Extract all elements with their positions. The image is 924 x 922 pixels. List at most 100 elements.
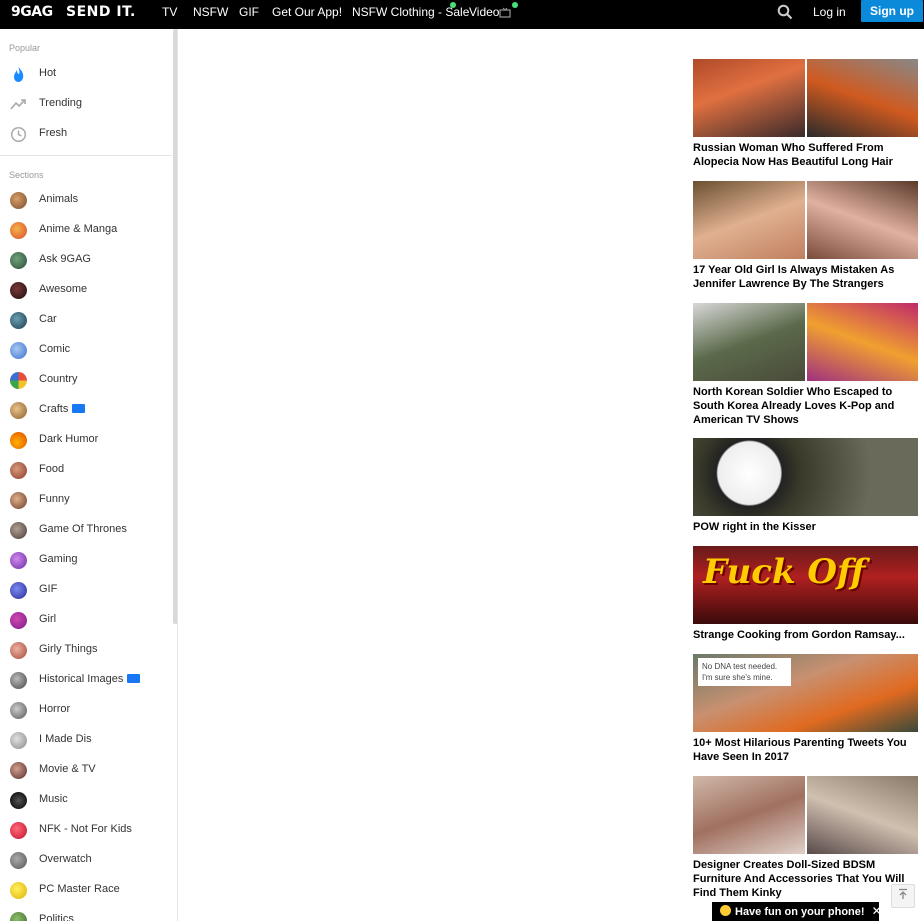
sidebar-item-dark-humor[interactable]: Dark Humor (0, 425, 170, 455)
app-promo-toast[interactable]: Have fun on your phone! ✕ (712, 902, 882, 921)
comic-icon (10, 342, 27, 359)
sidebar-item-music[interactable]: Music (0, 785, 170, 815)
sidebar-item-label: I Made Dis (39, 733, 92, 745)
post-title[interactable]: 17 Year Old Girl Is Always Mistaken As J… (693, 263, 919, 291)
country-icon (10, 372, 27, 389)
sidebar-item-awesome[interactable]: Awesome (0, 275, 170, 305)
sidebar-item-overwatch[interactable]: Overwatch (0, 845, 170, 875)
post-thumbnail[interactable] (693, 303, 918, 381)
sidebar-item-i-made-dis[interactable]: I Made Dis (0, 725, 170, 755)
sidebar-item-movie-tv[interactable]: Movie & TV (0, 755, 170, 785)
post-thumbnail[interactable]: Fuck Off (693, 546, 918, 624)
sidebar-item-girl[interactable]: Girl (0, 605, 170, 635)
gif-icon (10, 582, 27, 599)
sections-heading: Sections (9, 170, 44, 180)
sidebar-item-pc-master-race[interactable]: PC Master Race (0, 875, 170, 905)
search-icon[interactable] (777, 4, 793, 20)
sidebar-item-ask-9gag[interactable]: Ask 9GAG (0, 245, 170, 275)
dark-humor-icon (10, 432, 27, 449)
clock-icon (10, 126, 27, 143)
sidebar-item-nfk[interactable]: NFK - Not For Kids (0, 815, 170, 845)
post-title[interactable]: North Korean Soldier Who Escaped to Sout… (693, 385, 919, 427)
sidebar-item-trending[interactable]: Trending (0, 89, 170, 119)
historical-images-label: Historical Images (39, 673, 124, 685)
sidebar-item-label: Politics (39, 913, 74, 921)
car-icon (10, 312, 27, 329)
girl-icon (10, 612, 27, 629)
signup-button[interactable]: Sign up (861, 0, 923, 22)
post-thumbnail[interactable] (693, 59, 918, 137)
post-thumbnail[interactable]: No DNA test needed. I'm sure she's mine. (693, 654, 918, 732)
sidebar-item-label: Dark Humor (39, 433, 99, 445)
sidebar-item-label: Overwatch (39, 853, 92, 865)
sidebar-item-food[interactable]: Food (0, 455, 170, 485)
historical-images-icon (10, 672, 27, 689)
tweet-overlay: No DNA test needed. I'm sure she's mine. (698, 658, 791, 686)
post-title[interactable]: POW right in the Kisser (693, 520, 919, 534)
sidebar-item-gaming[interactable]: Gaming (0, 545, 170, 575)
sidebar-item-label: Game Of Thrones (39, 523, 127, 535)
new-badge-icon (127, 674, 141, 683)
sidebar-divider (0, 155, 172, 156)
post-title[interactable]: 10+ Most Hilarious Parenting Tweets You … (693, 736, 919, 764)
sidebar-item-historical-images[interactable]: Historical Images (0, 665, 170, 695)
sidebar-item-game-of-thrones[interactable]: Game Of Thrones (0, 515, 170, 545)
sidebar-item-label: Hot (39, 67, 57, 79)
sidebar-item-anime-manga[interactable]: Anime & Manga (0, 215, 170, 245)
sidebar-item-girly-things[interactable]: Girly Things (0, 635, 170, 665)
nfk-icon (10, 822, 27, 839)
login-link[interactable]: Log in (813, 5, 846, 19)
sidebar-item-label: Music (39, 793, 68, 805)
sidebar-item-label: Anime & Manga (39, 223, 118, 235)
pc-master-race-icon (10, 882, 27, 899)
sidebar-item-animals[interactable]: Animals (0, 185, 170, 215)
nav-tv[interactable]: TV (162, 5, 177, 19)
sidebar-item-label: Movie & TV (39, 763, 96, 775)
sidebar-item-car[interactable]: Car (0, 305, 170, 335)
9gag-logo[interactable]: 9GAG (11, 4, 53, 20)
sidebar-item-label: Animals (39, 193, 79, 205)
sidebar-item-hot[interactable]: Hot (0, 59, 170, 89)
sidebar-item-label: Girly Things (39, 643, 98, 655)
new-dot-icon (512, 2, 518, 8)
sidebar-item-gif[interactable]: GIF (0, 575, 170, 605)
nav-video[interactable]: Video (469, 5, 499, 19)
post-thumbnail[interactable] (693, 776, 918, 854)
post-thumbnail[interactable] (693, 438, 918, 516)
sidebar-item-comic[interactable]: Comic (0, 335, 170, 365)
post-thumbnail[interactable] (693, 181, 918, 259)
sidebar-item-label: Country (39, 373, 78, 385)
politics-icon (10, 912, 27, 921)
movie-tv-icon (10, 762, 27, 779)
post-title[interactable]: Designer Creates Doll-Sized BDSM Furnitu… (693, 858, 919, 900)
popular-heading: Popular (9, 43, 41, 53)
girly-things-icon (10, 642, 27, 659)
fire-icon (14, 67, 24, 82)
sidebar-item-label: Awesome (39, 283, 88, 295)
top-navbar: 9GAG SEND IT. TV NSFW GIF Get Our App! N… (0, 0, 924, 29)
gaming-icon (10, 552, 27, 569)
sidebar-item-label: Comic (39, 343, 71, 355)
nav-get-app[interactable]: Get Our App! (272, 5, 342, 19)
post-title[interactable]: Strange Cooking from Gordon Ramsay... (693, 628, 919, 642)
back-to-top-button[interactable] (891, 884, 915, 908)
post-title[interactable]: Russian Woman Who Suffered From Alopecia… (693, 141, 919, 169)
sidebar: Popular Hot Trending Fresh Sections Anim… (0, 29, 178, 921)
sidebar-item-country[interactable]: Country (0, 365, 170, 395)
sidebar-item-label: Crafts (39, 403, 86, 415)
sidebar-item-label: Historical Images (39, 673, 141, 685)
sidebar-scrollbar[interactable] (173, 29, 177, 624)
toast-text: Have fun on your phone! (735, 906, 865, 918)
nav-nsfw[interactable]: NSFW (193, 5, 228, 19)
sidebar-item-crafts[interactable]: Crafts (0, 395, 170, 425)
nav-gif[interactable]: GIF (239, 5, 259, 19)
food-icon (10, 462, 27, 479)
sidebar-item-funny[interactable]: Funny (0, 485, 170, 515)
crafts-icon (10, 402, 27, 419)
anime-manga-icon (10, 222, 27, 239)
sidebar-item-horror[interactable]: Horror (0, 695, 170, 725)
sidebar-item-politics[interactable]: Politics (0, 905, 170, 921)
crafts-label: Crafts (39, 403, 69, 415)
sidebar-item-fresh[interactable]: Fresh (0, 119, 170, 149)
close-icon[interactable]: ✕ (872, 904, 882, 918)
